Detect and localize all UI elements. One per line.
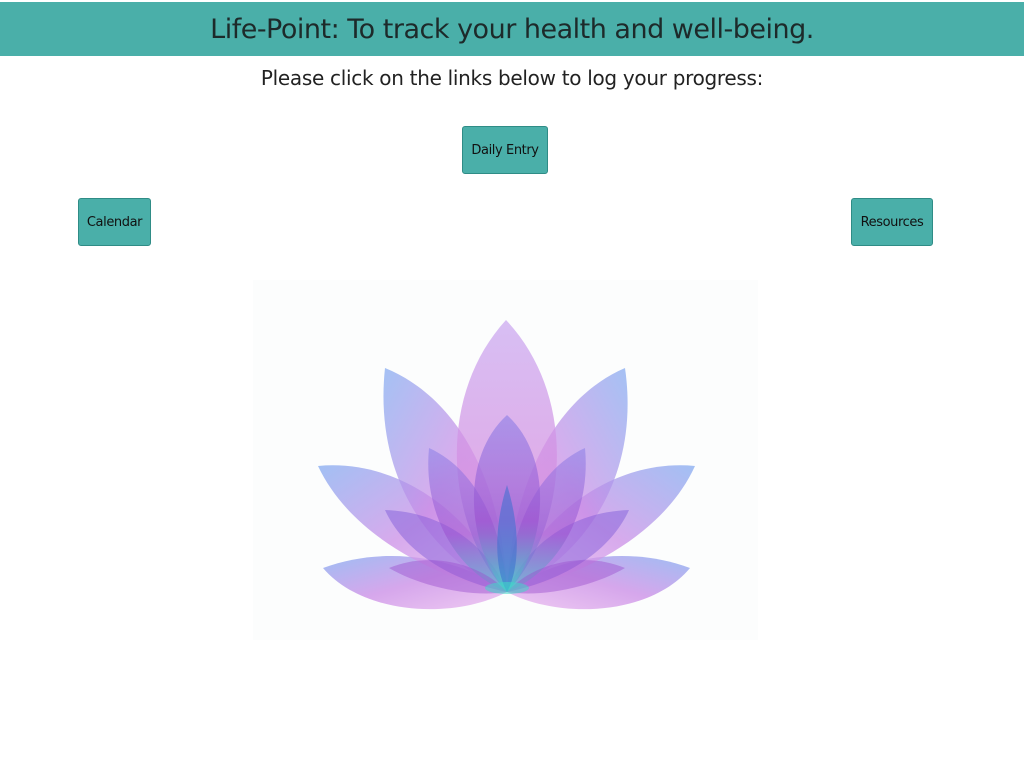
page-title: Life-Point: To track your health and wel… — [210, 13, 814, 45]
resources-button[interactable]: Resources — [851, 198, 933, 246]
lotus-image — [253, 280, 758, 640]
instruction-text: Please click on the links below to log y… — [260, 66, 764, 90]
lotus-flower-icon — [318, 320, 695, 610]
calendar-button[interactable]: Calendar — [78, 198, 151, 246]
daily-entry-button[interactable]: Daily Entry — [462, 126, 548, 174]
app-header: Life-Point: To track your health and wel… — [0, 2, 1024, 56]
